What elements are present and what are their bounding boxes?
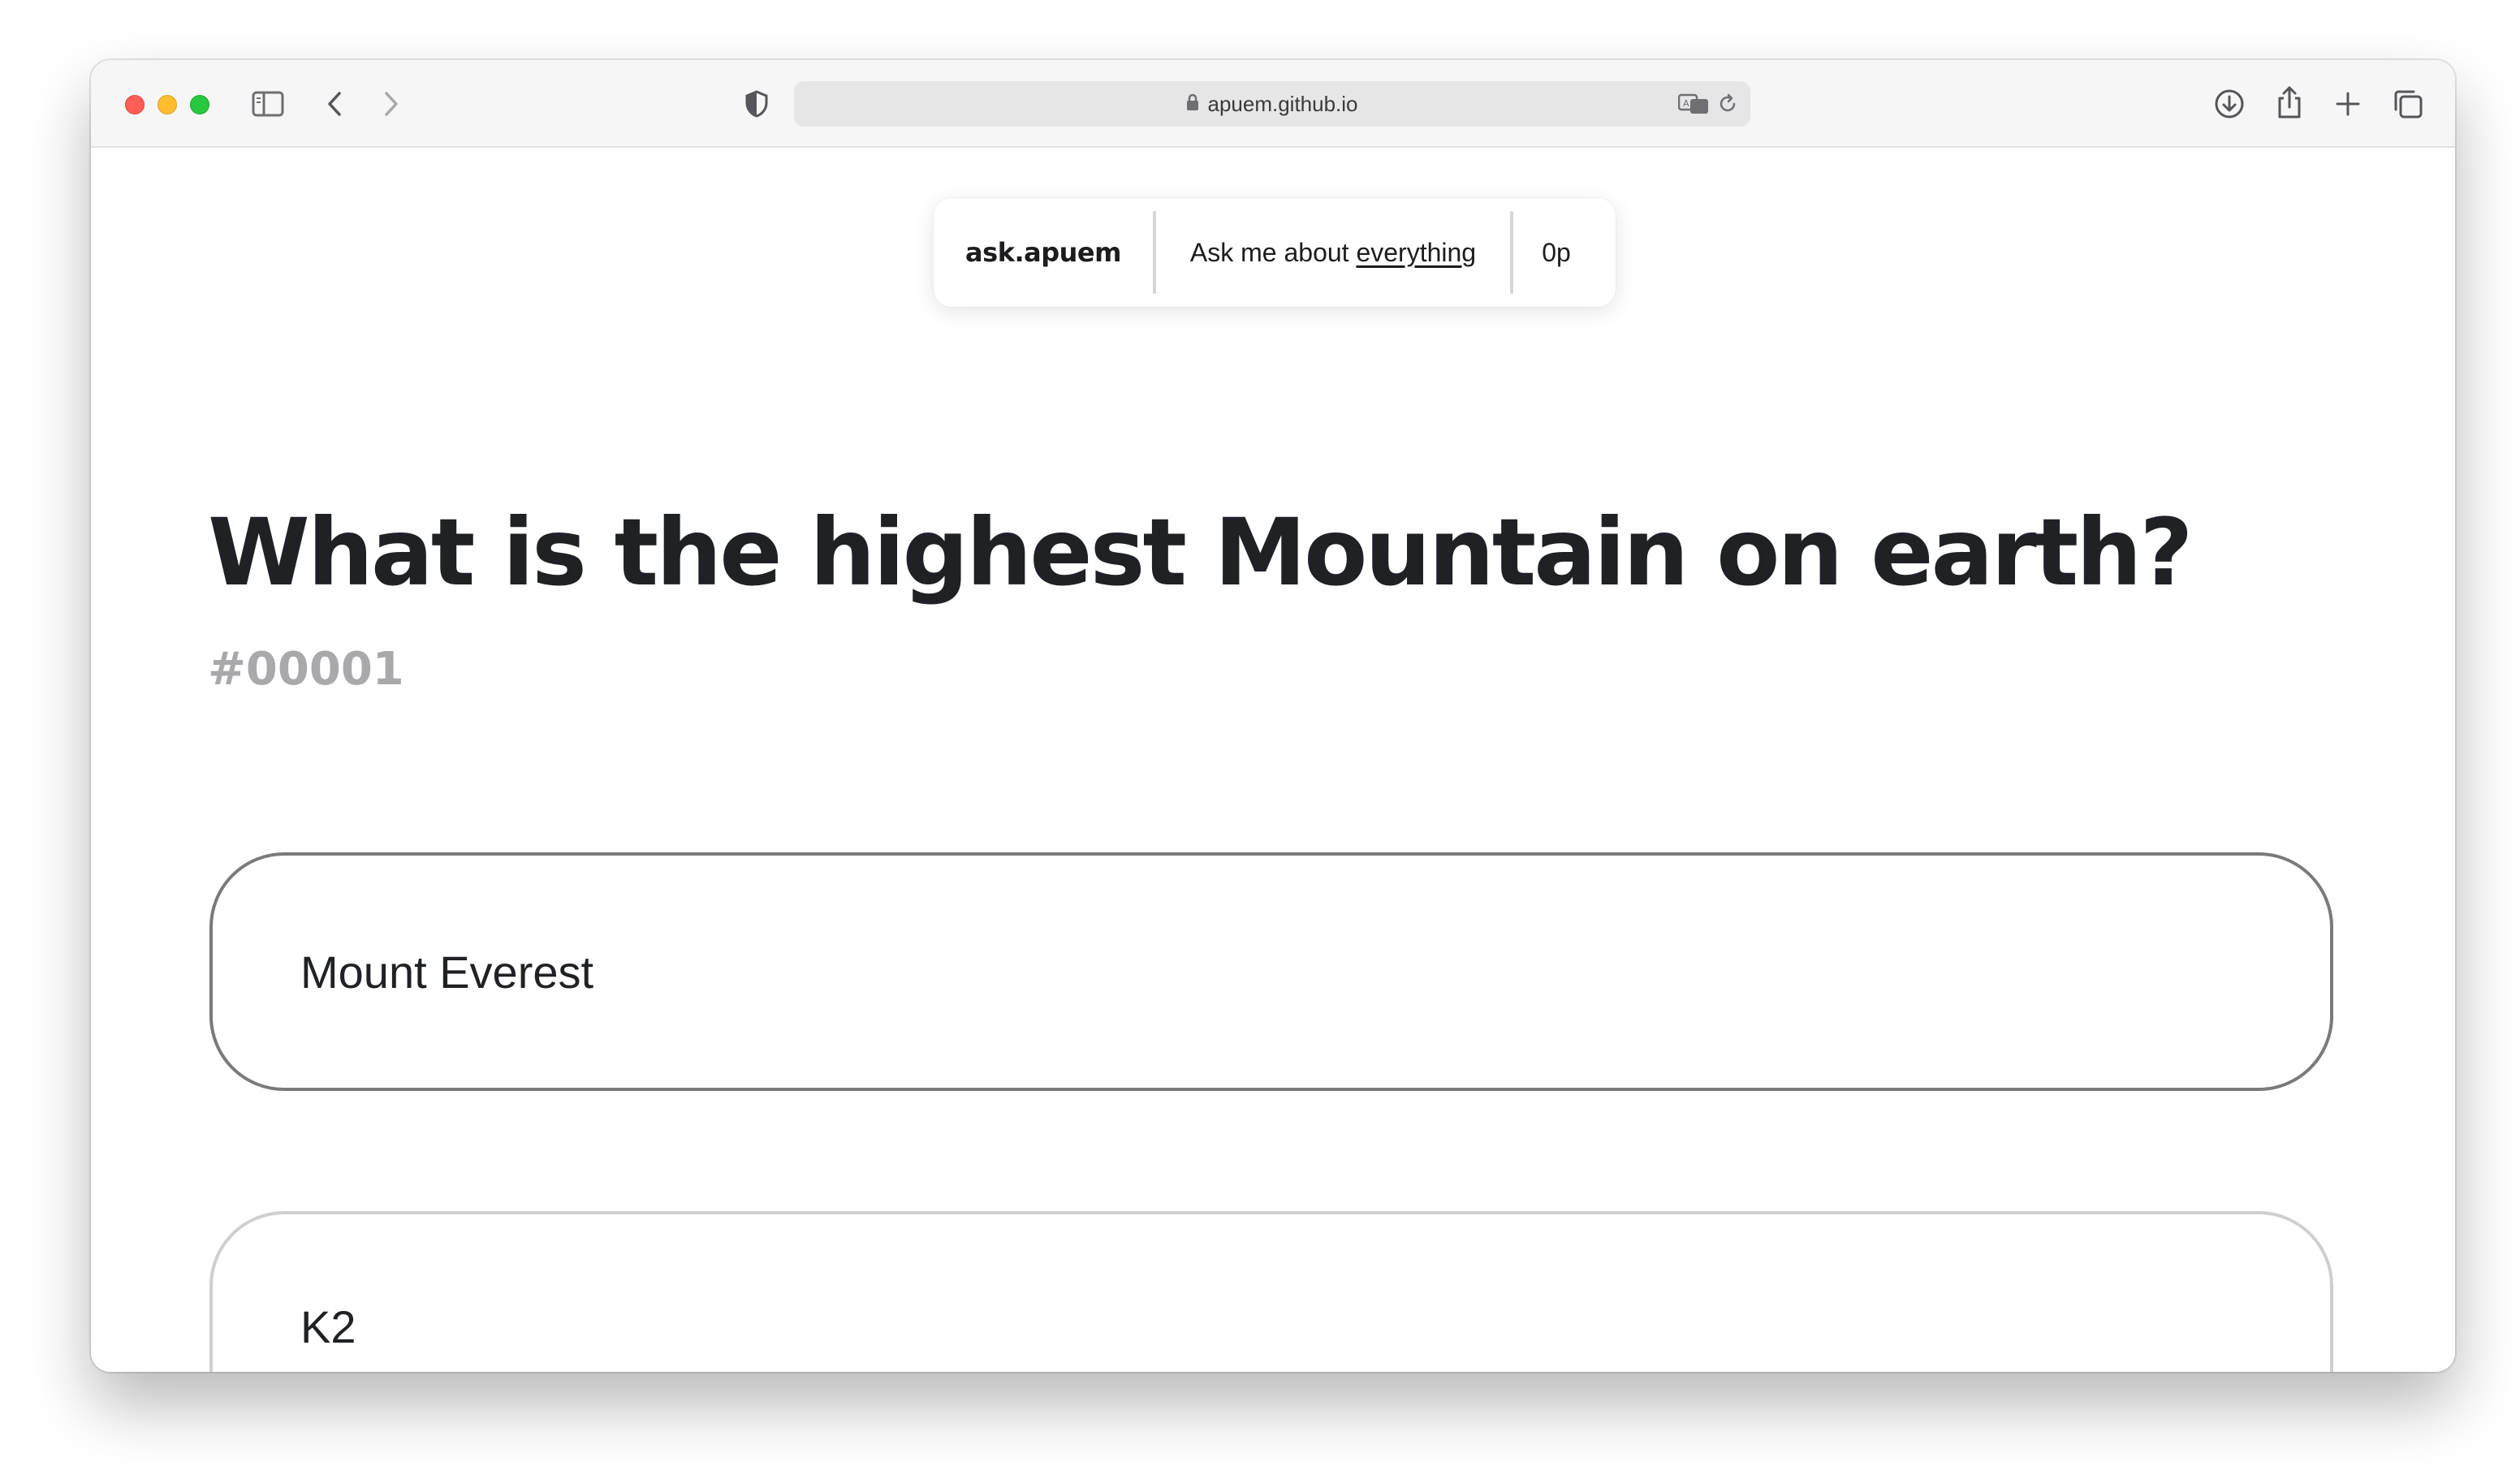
reload-icon[interactable] xyxy=(1715,91,1741,117)
download-icon[interactable] xyxy=(2211,86,2247,122)
brand-logo[interactable]: ask.apuem xyxy=(934,237,1153,268)
question-title: What is the highest Mountain on earth? xyxy=(208,498,2193,606)
lock-icon xyxy=(1186,92,1199,117)
close-window-button[interactable] xyxy=(125,95,145,114)
browser-window: apuem.github.io A ask.apuem Ask me about… xyxy=(91,60,2455,1372)
page-content xyxy=(91,149,2455,1372)
everything-link[interactable]: everything xyxy=(1356,238,1476,267)
address-bar[interactable]: apuem.github.io A xyxy=(794,81,1750,127)
nav-tagline: Ask me about everything xyxy=(1156,238,1510,268)
points-counter: 0p xyxy=(1542,237,1571,267)
question-id: #00001 xyxy=(208,643,404,696)
svg-text:A: A xyxy=(1683,98,1689,109)
share-icon[interactable] xyxy=(2272,83,2307,122)
back-icon[interactable] xyxy=(318,88,351,120)
answer-option[interactable]: Mount Everest xyxy=(209,852,2333,1091)
answer-option[interactable]: K2 xyxy=(209,1211,2333,1372)
top-nav-pill: ask.apuem Ask me about everything 0p xyxy=(934,198,1616,307)
shield-icon[interactable] xyxy=(740,88,773,120)
zoom-window-button[interactable] xyxy=(190,95,209,114)
sidebar-icon[interactable] xyxy=(250,88,286,120)
browser-toolbar: apuem.github.io A xyxy=(91,60,2455,148)
answer-label: K2 xyxy=(300,1301,356,1352)
minimize-window-button[interactable] xyxy=(158,95,177,114)
url-text: apuem.github.io xyxy=(1207,91,1358,116)
tagline-prefix: Ask me about xyxy=(1189,237,1357,267)
tabs-overview-icon[interactable] xyxy=(2390,86,2426,122)
forward-icon[interactable] xyxy=(375,88,408,120)
new-tab-icon[interactable] xyxy=(2330,86,2366,122)
translate-icon[interactable]: A xyxy=(1677,89,1710,119)
answer-label: Mount Everest xyxy=(300,946,594,998)
